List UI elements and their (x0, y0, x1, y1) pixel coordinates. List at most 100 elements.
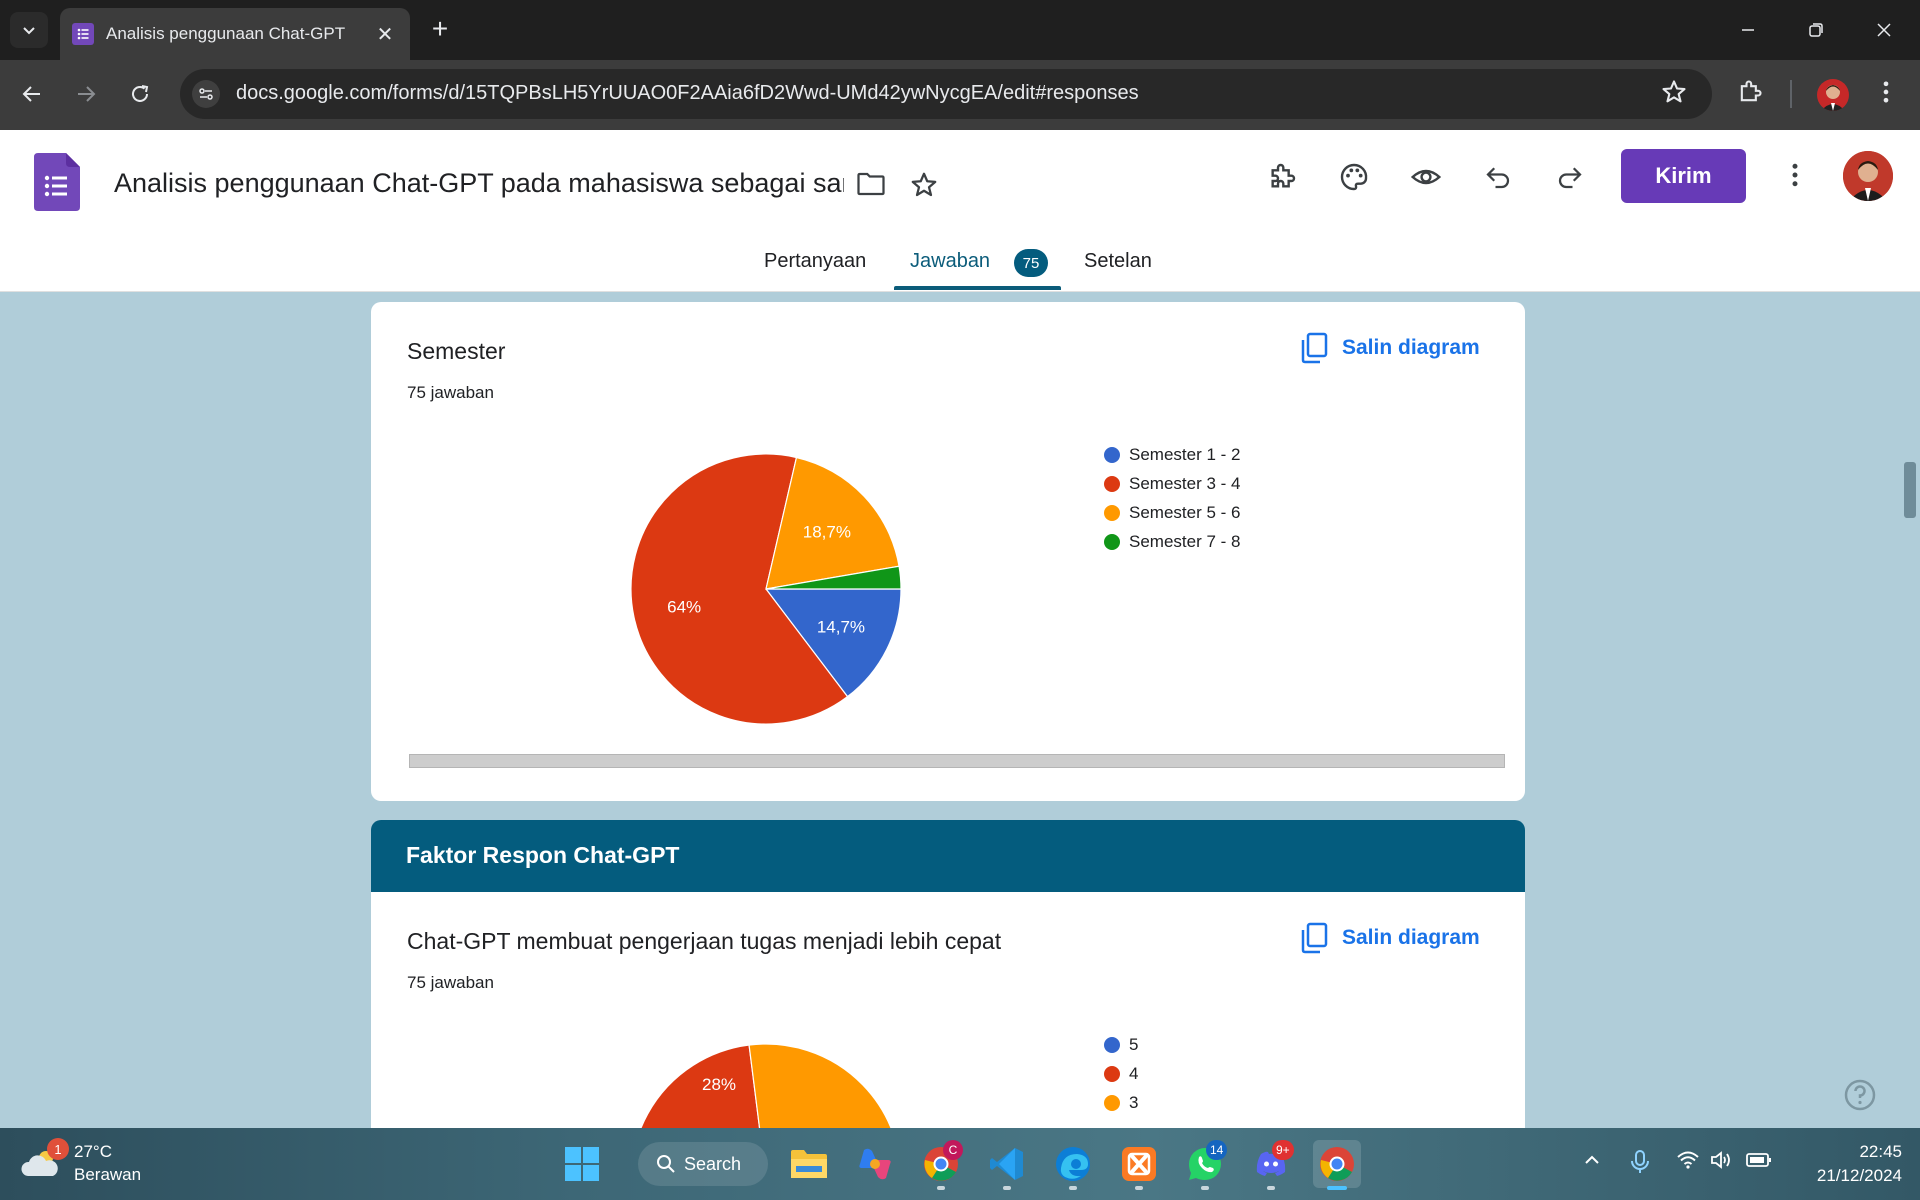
copy-icon (1301, 332, 1328, 364)
extensions-icon[interactable] (1736, 78, 1764, 111)
volume-icon[interactable] (1710, 1150, 1734, 1175)
preview-eye-icon[interactable] (1406, 157, 1446, 197)
forms-favicon (72, 23, 94, 45)
tab-search-button[interactable] (10, 12, 48, 48)
help-icon[interactable] (1843, 1078, 1877, 1117)
app-running-indicator (1201, 1186, 1209, 1190)
restore-icon[interactable] (1782, 0, 1850, 60)
app-running-indicator (1267, 1186, 1275, 1190)
weather-badge: 1 (47, 1138, 69, 1160)
tab-title: Analisis penggunaan Chat-GPT (106, 24, 346, 43)
tab-settings[interactable]: Setelan (1084, 250, 1152, 273)
legend-item: Semester 3 - 4 (1104, 469, 1241, 498)
response-count: 75 jawaban (407, 973, 494, 992)
legend-swatch (1104, 504, 1120, 521)
legend-label: 3 (1129, 1092, 1139, 1112)
legend-item: 3 (1104, 1088, 1138, 1117)
xampp-icon[interactable] (1115, 1140, 1163, 1188)
chrome-profile-badge: C (943, 1140, 963, 1160)
close-icon[interactable]: ✕ (372, 22, 398, 47)
slice-label: 28% (702, 1075, 736, 1094)
slice-label: 14,7% (817, 617, 865, 636)
responses-content[interactable]: Semester 75 jawaban Salin diagram 14,7% 6… (0, 292, 1920, 1128)
active-tab-indicator (894, 286, 1061, 290)
pie-slice[interactable] (748, 1043, 901, 1128)
legend-item: 4 (1104, 1059, 1138, 1088)
weather-desc: Berawan (74, 1165, 142, 1184)
bookmark-star-icon[interactable] (1660, 78, 1688, 111)
copy-chart-button[interactable]: Salin diagram (1300, 332, 1480, 364)
question-title: Semester (407, 338, 506, 364)
search-icon (657, 1155, 675, 1173)
legend-swatch (1104, 1094, 1120, 1111)
chrome-icon[interactable] (1313, 1140, 1361, 1188)
file-explorer-icon[interactable] (785, 1140, 833, 1188)
addon-icon[interactable] (1262, 157, 1302, 197)
microphone-icon[interactable] (1630, 1150, 1650, 1179)
copy-chart-label: Salin diagram (1342, 926, 1480, 949)
weather-temp: 27°C (74, 1142, 112, 1161)
window-close-icon[interactable] (1850, 0, 1918, 60)
clock-date: 21/12/2024 (1816, 1166, 1902, 1185)
legend-swatch (1104, 446, 1120, 463)
pie-slice[interactable] (631, 1044, 766, 1128)
star-icon[interactable] (908, 170, 940, 205)
section-header: Faktor Respon Chat-GPT (371, 820, 1525, 892)
tab-questions[interactable]: Pertanyaan (764, 250, 866, 273)
avatar[interactable] (1843, 151, 1893, 201)
legend-swatch (1104, 1065, 1120, 1082)
chart-legend: 5 4 3 (1104, 1030, 1138, 1117)
reload-icon[interactable] (122, 76, 158, 112)
response-count-badge: 75 (1014, 249, 1048, 277)
chevron-up-icon[interactable] (1582, 1150, 1602, 1175)
back-icon[interactable] (14, 76, 50, 112)
folder-icon[interactable] (856, 170, 886, 203)
legend-swatch (1104, 475, 1120, 492)
legend-item: Semester 7 - 8 (1104, 527, 1241, 556)
more-vert-icon[interactable] (1872, 78, 1900, 111)
windows-start-icon[interactable] (564, 1146, 600, 1187)
slice-label: 64% (667, 597, 701, 616)
vscode-icon[interactable] (983, 1140, 1031, 1188)
url-text[interactable]: docs.google.com/forms/d/15TQPBsLH5YrUUAO… (236, 82, 1139, 105)
plus-icon[interactable]: + (424, 14, 456, 46)
tab-responses[interactable]: Jawaban (910, 250, 990, 273)
legend-item: Semester 5 - 6 (1104, 498, 1241, 527)
faster-pie-chart: 28% (631, 1043, 901, 1128)
chart-legend: Semester 1 - 2 Semester 3 - 4 Semester 5 -… (1104, 440, 1241, 556)
site-info-icon[interactable] (192, 80, 220, 108)
app-running-indicator (1069, 1186, 1077, 1190)
send-button[interactable]: Kirim (1621, 149, 1746, 203)
copy-chart-button[interactable]: Salin diagram (1300, 922, 1480, 954)
tab-search-icon (23, 27, 35, 35)
palette-icon[interactable] (1334, 157, 1374, 197)
browser-tab[interactable]: Analisis penggunaan Chat-GPT ✕ (60, 8, 410, 60)
weather-widget[interactable]: 27°C Berawan (20, 1140, 141, 1186)
slice-label: 18,7% (803, 523, 851, 542)
page-scrollbar[interactable] (1904, 462, 1916, 518)
copilot-icon[interactable] (851, 1140, 899, 1188)
minimize-icon[interactable] (1714, 0, 1782, 60)
semester-pie-chart: 14,7% 64% 18,7% (630, 453, 902, 725)
legend-label: Semester 3 - 4 (1129, 473, 1241, 493)
undo-icon[interactable] (1478, 157, 1518, 197)
legend-swatch (1104, 1036, 1120, 1053)
battery-icon[interactable] (1746, 1150, 1772, 1175)
chart-horizontal-scrollbar[interactable] (409, 754, 1505, 768)
more-vert-icon[interactable] (1780, 160, 1810, 195)
system-clock[interactable]: 22:45 21/12/2024 (1798, 1140, 1902, 1188)
summary-card-semester: Semester 75 jawaban Salin diagram 14,7% 6… (371, 302, 1525, 801)
legend-label: Semester 7 - 8 (1129, 531, 1241, 551)
app-running-indicator (937, 1186, 945, 1190)
profile-icon[interactable] (1817, 79, 1849, 111)
redo-icon[interactable] (1550, 157, 1590, 197)
edge-icon[interactable] (1049, 1140, 1097, 1188)
summary-card-faster: Chat-GPT membuat pengerjaan tugas menjad… (371, 892, 1525, 1128)
forward-icon[interactable] (68, 76, 104, 112)
forms-logo[interactable] (34, 153, 80, 211)
form-title[interactable]: Analisis penggunaan Chat-GPT pada mahasi… (114, 168, 844, 199)
question-title: Chat-GPT membuat pengerjaan tugas menjad… (407, 928, 1002, 954)
wifi-icon[interactable] (1676, 1150, 1700, 1175)
app-active-indicator (1327, 1186, 1347, 1190)
taskbar-search[interactable]: Search (638, 1142, 768, 1186)
